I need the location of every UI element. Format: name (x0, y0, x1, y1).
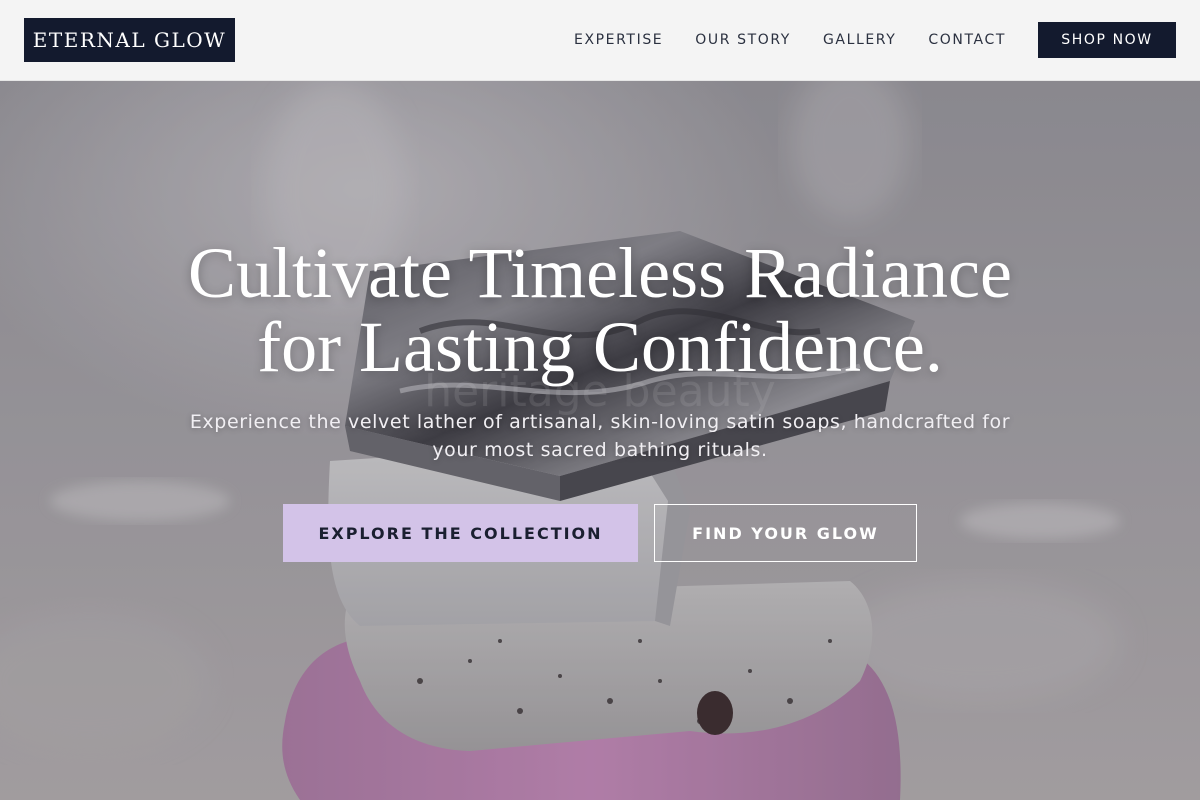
shop-now-button[interactable]: SHOP NOW (1038, 22, 1176, 58)
hero-content: Cultivate Timeless Radiance for Lasting … (0, 236, 1200, 562)
explore-collection-button[interactable]: EXPLORE THE COLLECTION (283, 504, 638, 562)
hero-title: Cultivate Timeless Radiance for Lasting … (150, 236, 1050, 384)
nav-link-our-story[interactable]: OUR STORY (695, 32, 791, 48)
find-your-glow-button[interactable]: FIND YOUR GLOW (654, 504, 917, 562)
hero-section: heritage beauty Cultivate Timeless Radia… (0, 81, 1200, 800)
hero-subtitle: Experience the velvet lather of artisana… (189, 411, 1011, 461)
site-header: ETERNAL GLOW EXPERTISE OUR STORY GALLERY… (0, 0, 1200, 81)
nav-link-gallery[interactable]: GALLERY (823, 32, 896, 48)
brand-logo[interactable]: ETERNAL GLOW (24, 18, 235, 62)
hero-title-line-1: Cultivate Timeless Radiance (188, 233, 1012, 313)
main-nav: EXPERTISE OUR STORY GALLERY CONTACT SHOP… (574, 0, 1176, 80)
nav-link-expertise[interactable]: EXPERTISE (574, 32, 663, 48)
hero-title-line-2: for Lasting Confidence. (257, 307, 943, 387)
hero-actions: EXPLORE THE COLLECTION FIND YOUR GLOW (0, 504, 1200, 562)
nav-link-contact[interactable]: CONTACT (928, 32, 1006, 48)
